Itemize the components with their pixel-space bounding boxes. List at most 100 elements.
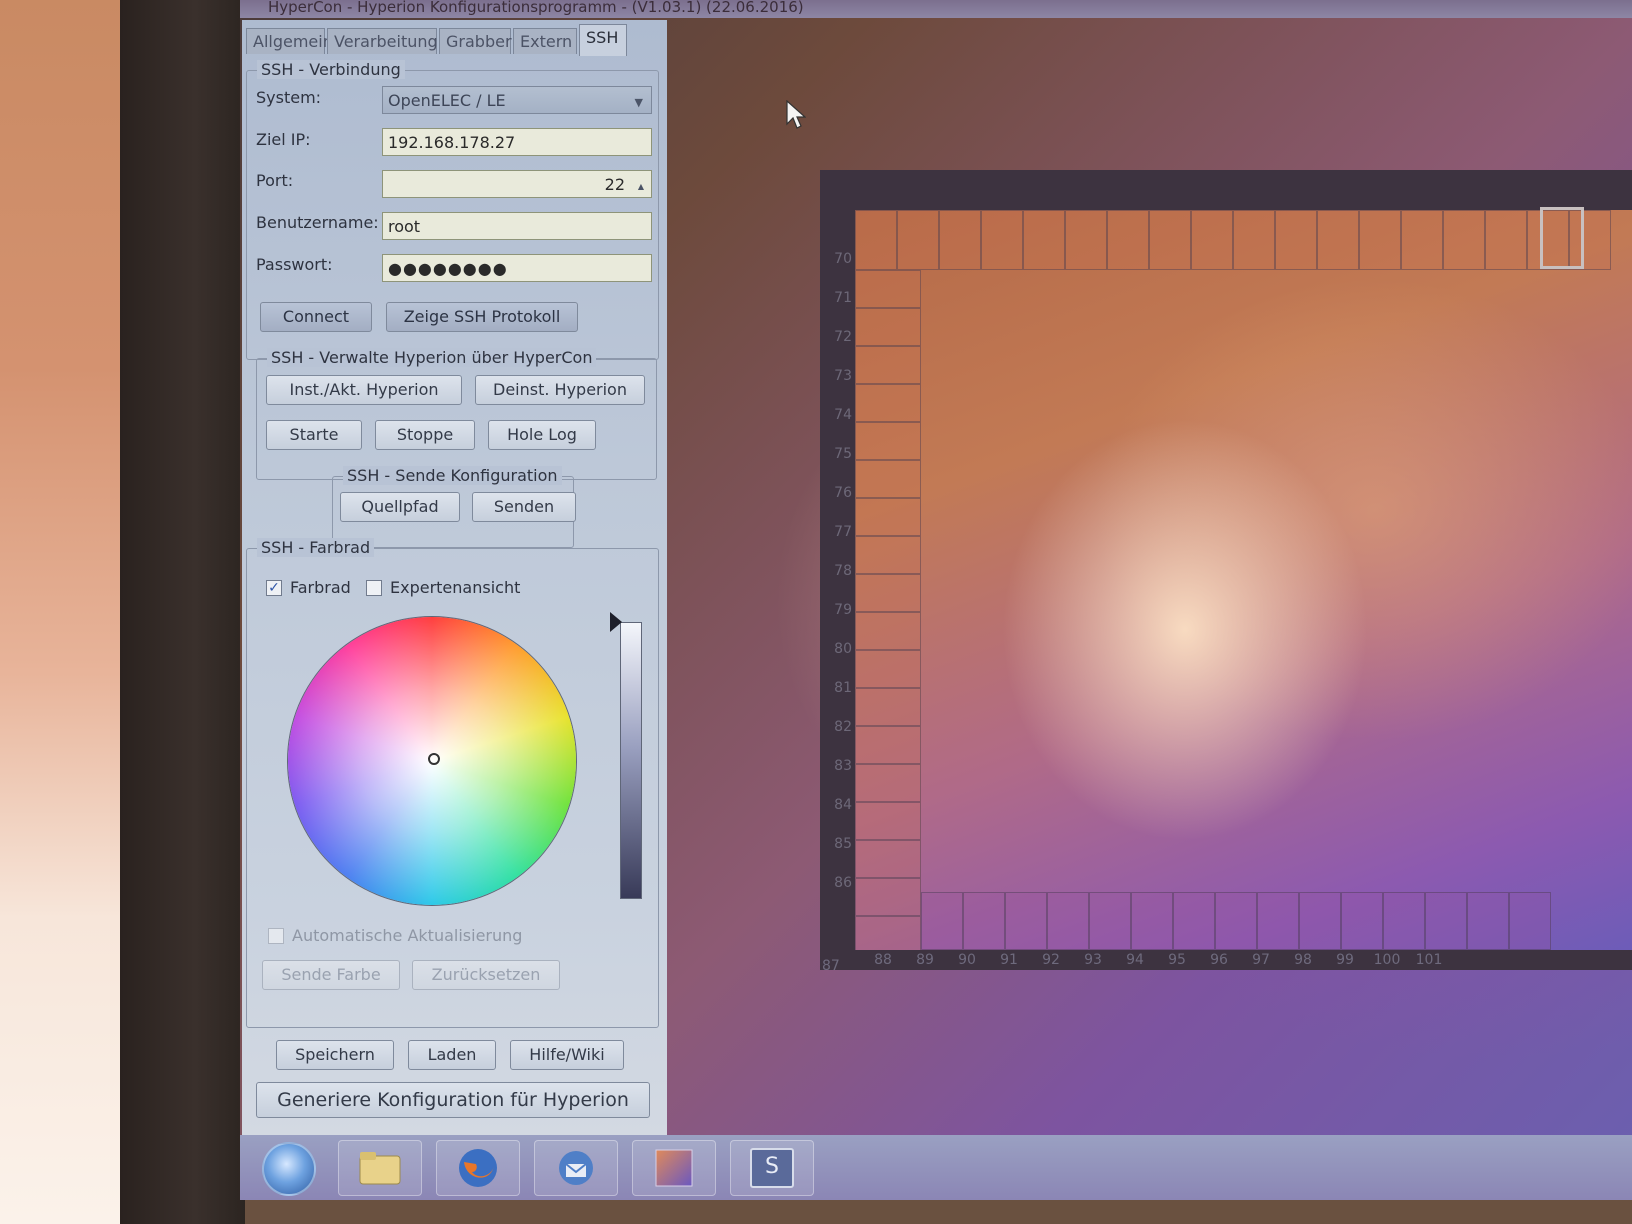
led-cell[interactable] (855, 726, 921, 764)
led-cell[interactable] (855, 422, 921, 460)
system-select[interactable]: OpenELEC / LE ▼ (382, 86, 652, 114)
spinner-arrows-icon[interactable]: ▲▼ (633, 173, 649, 195)
led-cell[interactable] (939, 210, 981, 270)
source-path-button[interactable]: Quellpfad (340, 492, 460, 522)
led-cell[interactable] (1275, 210, 1317, 270)
led-cell[interactable] (1149, 210, 1191, 270)
taskbar-item-firefox[interactable] (436, 1140, 520, 1196)
led-cell[interactable] (1257, 892, 1299, 950)
load-button[interactable]: Laden (408, 1040, 496, 1070)
tab-extern[interactable]: Extern (513, 28, 577, 54)
led-cell[interactable] (1233, 210, 1275, 270)
led-cell[interactable] (1383, 892, 1425, 950)
send-config-button[interactable]: Senden (472, 492, 576, 522)
auto-update-checkbox[interactable] (268, 928, 284, 944)
led-cell[interactable] (855, 764, 921, 802)
generate-config-button[interactable]: Generiere Konfiguration für Hyperion (256, 1082, 650, 1118)
tab-grabber[interactable]: Grabber (439, 28, 512, 54)
led-bottom-index-labels: 88 89 90 91 92 93 94 95 96 97 98 99 100 101 (862, 952, 1450, 974)
port-spinner[interactable]: 22 ▲▼ (382, 170, 652, 198)
led-preview (855, 210, 1632, 950)
send-color-button[interactable]: Sende Farbe (262, 960, 400, 990)
led-index-label: 71 (834, 290, 852, 306)
get-log-button[interactable]: Hole Log (488, 420, 596, 450)
led-cell[interactable] (1341, 892, 1383, 950)
taskbar-item-putty[interactable]: S (730, 1140, 814, 1196)
taskbar-item-explorer[interactable] (338, 1140, 422, 1196)
config-panel: Allgemein Verarbeitung Grabber Extern SS… (242, 20, 667, 1135)
brightness-slider[interactable] (620, 622, 642, 899)
led-row-top (855, 210, 1611, 270)
led-cell[interactable] (855, 346, 921, 384)
led-cell[interactable] (855, 536, 921, 574)
led-cell[interactable] (855, 574, 921, 612)
password-label: Passwort: (256, 255, 333, 274)
led-cell[interactable] (981, 210, 1023, 270)
taskbar-item-hypercon[interactable] (632, 1140, 716, 1196)
led-cell[interactable] (1467, 892, 1509, 950)
slider-handle-icon[interactable] (610, 612, 622, 632)
led-cell[interactable] (1299, 892, 1341, 950)
led-cell[interactable] (1005, 892, 1047, 950)
led-cell[interactable] (855, 916, 921, 950)
led-cell[interactable] (921, 892, 963, 950)
taskbar-item-thunderbird[interactable] (534, 1140, 618, 1196)
led-cell[interactable] (1173, 892, 1215, 950)
led-cell[interactable] (855, 878, 921, 916)
expert-view-checkbox[interactable] (366, 580, 382, 596)
led-cell[interactable] (855, 270, 921, 308)
save-button[interactable]: Speichern (276, 1040, 394, 1070)
led-selection-box[interactable] (1540, 207, 1584, 269)
password-input[interactable]: ●●●●●●●● (382, 254, 652, 282)
reset-button[interactable]: Zurücksetzen (412, 960, 560, 990)
led-cell[interactable] (1359, 210, 1401, 270)
led-cell[interactable] (1485, 210, 1527, 270)
led-index-label: 97 (1252, 952, 1270, 968)
led-cell[interactable] (1065, 210, 1107, 270)
tab-verarbeitung[interactable]: Verarbeitung (327, 28, 438, 54)
led-cell[interactable] (855, 384, 921, 422)
led-index-label: 91 (1000, 952, 1018, 968)
color-wheel-cursor[interactable] (428, 753, 440, 765)
led-cell[interactable] (1317, 210, 1359, 270)
led-cell[interactable] (855, 308, 921, 346)
led-index-label: 89 (916, 952, 934, 968)
tab-ssh[interactable]: SSH (579, 24, 627, 56)
firefox-icon (459, 1149, 497, 1187)
colorwheel-checkbox[interactable]: ✓ (266, 580, 282, 596)
start-button[interactable]: Starte (266, 420, 362, 450)
led-cell[interactable] (1089, 892, 1131, 950)
led-cell[interactable] (855, 802, 921, 840)
show-ssh-log-button[interactable]: Zeige SSH Protokoll (386, 302, 578, 332)
led-index-label: 79 (834, 602, 852, 618)
led-cell[interactable] (1425, 892, 1467, 950)
led-cell[interactable] (1401, 210, 1443, 270)
led-cell[interactable] (1215, 892, 1257, 950)
led-cell[interactable] (1107, 210, 1149, 270)
led-cell[interactable] (1023, 210, 1065, 270)
led-cell[interactable] (855, 210, 897, 270)
tab-allgemein[interactable]: Allgemein (246, 28, 333, 54)
led-cell[interactable] (963, 892, 1005, 950)
connect-button[interactable]: Connect (260, 302, 372, 332)
start-button-icon[interactable] (262, 1142, 316, 1196)
led-cell[interactable] (855, 612, 921, 650)
username-input[interactable]: root (382, 212, 652, 240)
led-cell[interactable] (1047, 892, 1089, 950)
led-cell[interactable] (855, 460, 921, 498)
led-cell[interactable] (897, 210, 939, 270)
led-cell[interactable] (855, 650, 921, 688)
led-cell[interactable] (855, 688, 921, 726)
led-cell[interactable] (1131, 892, 1173, 950)
thunderbird-icon (559, 1151, 593, 1185)
led-cell[interactable] (1443, 210, 1485, 270)
led-cell[interactable] (855, 498, 921, 536)
stop-button[interactable]: Stoppe (375, 420, 475, 450)
ip-input[interactable]: 192.168.178.27 (382, 128, 652, 156)
led-cell[interactable] (1509, 892, 1551, 950)
install-hyperion-button[interactable]: Inst./Akt. Hyperion (266, 375, 462, 405)
uninstall-hyperion-button[interactable]: Deinst. Hyperion (475, 375, 645, 405)
help-wiki-button[interactable]: Hilfe/Wiki (510, 1040, 624, 1070)
led-cell[interactable] (1191, 210, 1233, 270)
led-cell[interactable] (855, 840, 921, 878)
